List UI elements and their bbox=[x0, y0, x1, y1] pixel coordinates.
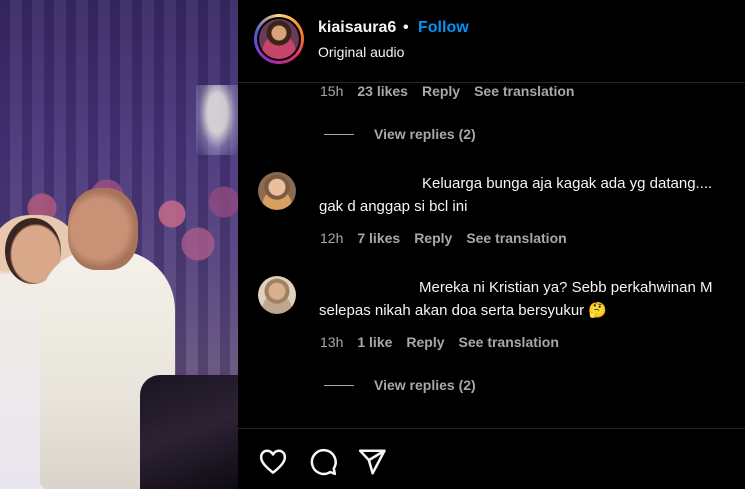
view-replies-button[interactable]: View replies (2) bbox=[324, 377, 476, 393]
video-chandelier bbox=[196, 85, 238, 155]
reel-video[interactable] bbox=[0, 0, 238, 489]
comment-text-cont: selepas nikah akan doa serta bersyukur 🤔 bbox=[319, 302, 608, 319]
view-replies-label: View replies (2) bbox=[374, 377, 476, 393]
video-piano bbox=[140, 375, 238, 489]
reply-button[interactable]: Reply bbox=[414, 230, 452, 246]
heart-icon[interactable] bbox=[258, 447, 288, 477]
follow-button[interactable]: Follow bbox=[418, 19, 469, 37]
comment-time: 15h bbox=[320, 83, 344, 99]
action-bar bbox=[238, 428, 745, 489]
comments-panel: kiaisaura6 • Follow Original audio 15h 23… bbox=[238, 0, 745, 489]
reply-button[interactable]: Reply bbox=[422, 83, 460, 99]
view-replies-label: View replies (2) bbox=[374, 126, 476, 142]
see-translation-button[interactable]: See translation bbox=[459, 334, 559, 350]
comment-meta: 13h 1 like Reply See translation bbox=[320, 334, 573, 350]
send-icon[interactable] bbox=[357, 447, 387, 477]
replies-divider bbox=[324, 384, 354, 386]
audio-label[interactable]: Original audio bbox=[318, 44, 404, 60]
see-translation-button[interactable]: See translation bbox=[466, 230, 566, 246]
replies-divider bbox=[324, 133, 354, 135]
see-translation-button[interactable]: See translation bbox=[474, 83, 574, 99]
comment-text-cont: gak d anggap si bcl ini bbox=[319, 198, 468, 215]
avatar-image bbox=[259, 19, 299, 59]
comment-icon[interactable] bbox=[308, 447, 338, 477]
comment-meta: 15h 23 likes Reply See translation bbox=[320, 83, 588, 99]
comment-text: Keluarga bunga aja kagak ada yg datang..… bbox=[422, 175, 713, 192]
video-groom-head bbox=[68, 188, 138, 270]
view-replies-button[interactable]: View replies (2) bbox=[324, 126, 476, 142]
comment-time: 13h bbox=[320, 334, 344, 350]
username-link[interactable]: kiaisaura6 bbox=[318, 19, 396, 37]
comment-likes[interactable]: 7 likes bbox=[357, 230, 400, 246]
comment-time: 12h bbox=[320, 230, 344, 246]
commenter-avatar[interactable] bbox=[258, 172, 296, 210]
comment-likes[interactable]: 23 likes bbox=[357, 83, 408, 99]
post-header: kiaisaura6 • Follow Original audio bbox=[238, 0, 745, 83]
commenter-avatar[interactable] bbox=[258, 276, 296, 314]
comment-text: Mereka ni Kristian ya? Sebb perkahwinan … bbox=[419, 279, 713, 296]
comment-likes[interactable]: 1 like bbox=[357, 334, 392, 350]
profile-avatar[interactable] bbox=[254, 14, 304, 64]
reply-button[interactable]: Reply bbox=[406, 334, 444, 350]
comment-meta: 12h 7 likes Reply See translation bbox=[320, 230, 581, 246]
separator-dot: • bbox=[403, 19, 409, 36]
